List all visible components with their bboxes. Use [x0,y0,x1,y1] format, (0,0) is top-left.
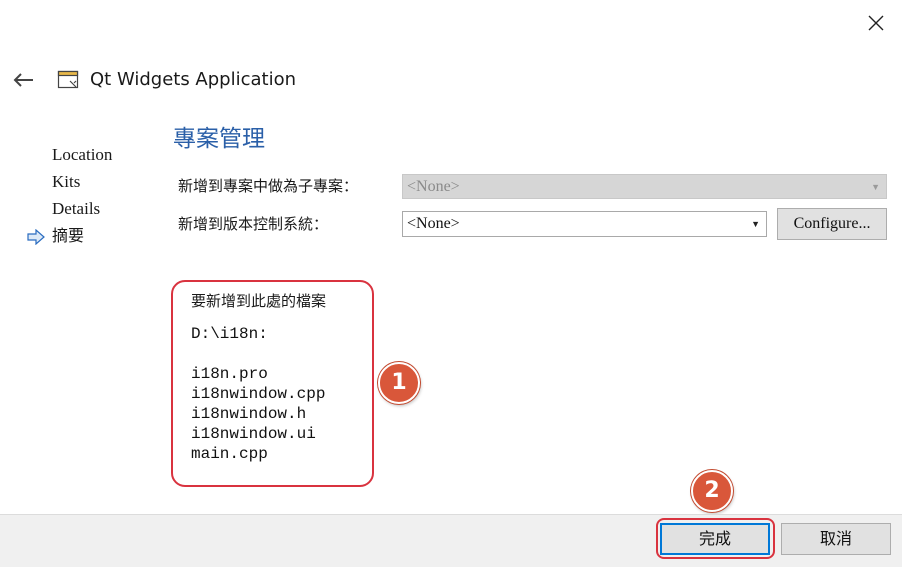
vcs-label: 新增到版本控制系統： [178,215,329,233]
chevron-down-icon: ▼ [871,182,880,192]
step-location: Location [52,145,113,164]
close-icon [868,15,884,31]
page-title: 專案管理 [173,126,265,152]
step-kits: Kits [52,172,81,191]
finish-annotation-outline [656,518,775,559]
chevron-down-icon: ▼ [751,219,760,229]
configure-button[interactable]: Configure... [777,208,887,240]
vcs-value: <None> [407,215,460,232]
cancel-button[interactable]: 取消 [781,523,891,555]
files-annotation-outline [171,280,374,487]
parent-project-combo[interactable]: <None> ▼ [402,174,887,199]
step-summary: 摘要 [52,226,85,245]
current-step-arrow-icon [27,229,45,245]
step-details: Details [52,199,101,218]
annotation-badge-1: 1 [378,362,420,404]
back-button[interactable] [8,66,38,94]
qt-widgets-application-icon [57,70,79,89]
parent-project-label: 新增到專案中做為子專案： [178,177,359,195]
wizard-title: Qt Widgets Application [90,69,297,90]
annotation-badge-2: 2 [691,470,733,512]
vcs-combo[interactable]: <None> ▼ [402,211,767,237]
parent-project-value: <None> [407,178,460,195]
back-arrow-icon [13,73,33,87]
close-button[interactable] [860,8,892,38]
